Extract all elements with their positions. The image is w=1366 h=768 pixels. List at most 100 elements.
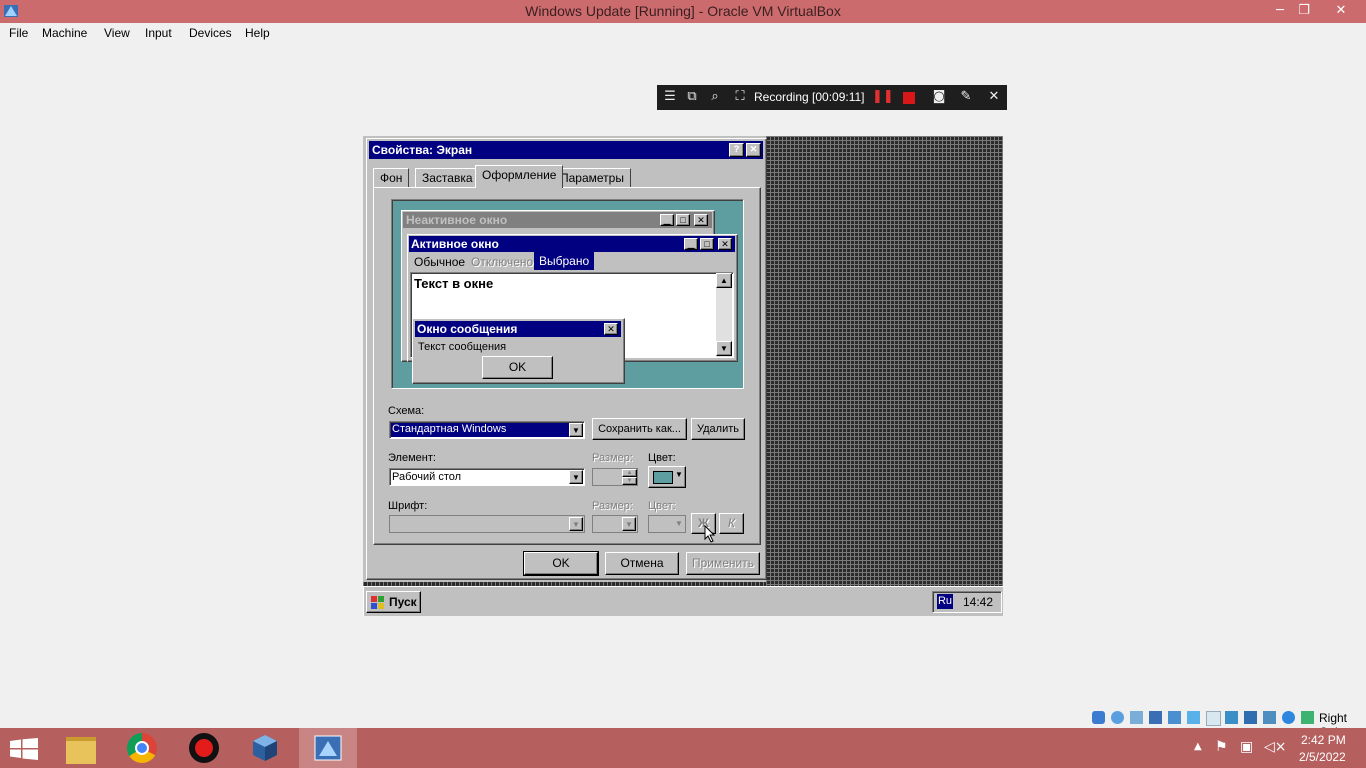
mouse-integration-icon[interactable] <box>1282 711 1295 724</box>
menu-icon[interactable]: ☰ <box>661 88 679 106</box>
inactive-title: Неактивное окно <box>406 213 508 227</box>
action-center-icon[interactable]: ⚑ <box>1215 739 1228 755</box>
network-tray-icon[interactable]: ▣ <box>1240 739 1253 755</box>
menu-devices[interactable]: Devices <box>189 26 232 40</box>
show-hidden-icons-icon[interactable]: ▲ <box>1194 741 1202 752</box>
guest-tray: Ru 14:42 <box>932 591 1002 613</box>
shared-folders-icon[interactable] <box>1187 711 1200 724</box>
host-menubar: File Machine View Input Devices Help <box>0 23 1366 45</box>
volume-muted-icon[interactable]: ◁× <box>1264 739 1287 755</box>
active-titlebar: Активное окно ▁ □ ✕ <box>409 236 735 252</box>
menu-selected-sample: Выбрано <box>534 252 595 270</box>
pen-icon[interactable]: ✎ <box>957 88 975 106</box>
element-select[interactable]: Рабочий стол ▼ <box>389 468 585 486</box>
menu-file[interactable]: File <box>9 26 28 40</box>
start-button[interactable]: Пуск <box>366 591 421 613</box>
element-label: Элемент: <box>388 452 436 464</box>
vm-window-icon <box>314 735 342 761</box>
close-icon: ✕ <box>718 238 732 250</box>
apply-button[interactable]: Применить <box>686 552 760 575</box>
tab-appearance[interactable]: Оформление <box>475 165 564 188</box>
host-clock-time[interactable]: 2:42 PM <box>1301 733 1346 747</box>
help-button[interactable]: ? <box>729 143 744 157</box>
hard-disk-icon[interactable] <box>1092 711 1105 724</box>
delete-scheme-button[interactable]: Удалить <box>691 418 745 440</box>
chevron-down-icon[interactable]: ▼ <box>569 423 583 437</box>
scheme-select[interactable]: Стандартная Windows ▼ <box>389 421 585 439</box>
virtualbox-app[interactable] <box>236 728 294 768</box>
menu-input[interactable]: Input <box>145 26 172 40</box>
cancel-button[interactable]: Отмена <box>605 552 679 575</box>
message-ok-button: OK <box>482 356 553 379</box>
vm-status-bar: Right Ctrl <box>1090 708 1366 739</box>
preview-scrollbar: ▲ ▼ <box>716 273 732 357</box>
tab-background[interactable]: Фон <box>373 168 410 188</box>
minimize-icon: ▁ <box>684 238 698 250</box>
menu-help[interactable]: Help <box>245 26 270 40</box>
menu-normal-sample: Обычное <box>414 255 466 269</box>
font-size-select: ▼ <box>592 515 638 533</box>
host-clock-date[interactable]: 2/5/2022 <box>1299 750 1346 764</box>
windows-start-icon[interactable] <box>10 738 38 760</box>
menu-machine[interactable]: Machine <box>42 26 87 40</box>
chrome-app[interactable] <box>113 728 171 768</box>
menu-disabled-sample: Отключено <box>471 255 534 269</box>
guest-desktop <box>766 136 1003 586</box>
font-size-label: Размер: <box>592 500 633 512</box>
chevron-down-icon: ▼ <box>675 519 683 528</box>
host-titlebar: Windows Update [Running] - Oracle VM Vir… <box>0 0 1366 23</box>
window-mode-icon[interactable]: ⧉ <box>683 88 701 106</box>
chevron-down-icon: ▼ <box>622 517 636 531</box>
font-label: Шрифт: <box>388 500 428 512</box>
virtualbox-cube-icon <box>253 735 277 761</box>
color-picker-button[interactable]: ▼ <box>648 466 686 488</box>
color-label: Цвет: <box>648 452 676 464</box>
save-as-button[interactable]: Сохранить как... <box>592 418 687 440</box>
tab-screensaver[interactable]: Заставка <box>415 168 480 188</box>
network-icon[interactable] <box>1149 711 1162 724</box>
close-icon: ✕ <box>694 214 708 226</box>
optical-drive-icon[interactable] <box>1111 711 1124 724</box>
window-title: Windows Update [Running] - Oracle VM Vir… <box>525 3 841 19</box>
start-label: Пуск <box>389 595 417 609</box>
keyboard-capture-icon[interactable] <box>1301 711 1314 724</box>
camera-icon[interactable]: ◙ <box>930 88 948 106</box>
message-titlebar: Окно сообщения ✕ <box>415 321 621 337</box>
restore-button[interactable]: ❐ <box>1290 0 1318 23</box>
menu-view[interactable]: View <box>104 26 130 40</box>
usb-icon[interactable] <box>1168 711 1181 724</box>
close-icon[interactable]: ✕ <box>985 88 1003 106</box>
recorder-app[interactable] <box>175 728 233 768</box>
video-capture-icon[interactable] <box>1225 711 1238 724</box>
close-button[interactable]: ✕ <box>1327 0 1355 23</box>
italic-button[interactable]: К <box>719 513 744 534</box>
zoom-region-icon[interactable]: ⌕ <box>706 88 724 106</box>
region-select-icon[interactable]: ⛶ <box>731 88 749 106</box>
dialog-close-button[interactable]: ✕ <box>746 143 761 157</box>
dialog-title: Свойства: Экран <box>372 143 473 157</box>
snapshot-icon[interactable] <box>1244 711 1257 724</box>
size-stepper: ▲ ▼ <box>592 468 638 486</box>
language-indicator[interactable]: Ru <box>937 594 953 609</box>
pause-icon[interactable]: ❚❚ <box>872 88 894 106</box>
stepper-up-icon: ▲ <box>622 469 637 477</box>
file-explorer-app[interactable] <box>52 728 110 768</box>
ok-button[interactable]: OK <box>523 551 599 576</box>
element-value: Рабочий стол <box>392 471 462 483</box>
cpu-icon[interactable] <box>1263 711 1276 724</box>
stop-icon[interactable] <box>903 92 915 104</box>
stepper-down-icon: ▼ <box>622 477 637 485</box>
appearance-preview[interactable]: Неактивное окно ▁ □ ✕ Активное окно ▁ □ … <box>391 199 744 389</box>
windows-logo-icon <box>371 596 384 609</box>
minimize-icon: ▁ <box>660 214 674 226</box>
font-select: ▼ <box>389 515 585 533</box>
audio-icon[interactable] <box>1130 711 1143 724</box>
tab-settings[interactable]: Параметры <box>553 168 631 188</box>
guest-screen: Свойства: Экран ? ✕ Фон Заставка Оформле… <box>363 136 1003 616</box>
chevron-down-icon[interactable]: ▼ <box>569 470 583 484</box>
maximize-icon: □ <box>700 238 714 250</box>
vm-window-app[interactable] <box>299 728 357 768</box>
size-label: Размер: <box>592 452 633 464</box>
recording-toolbar: ☰ ⧉ ⌕ ⛶ Recording [00:09:11] ❚❚ ◙ ✎ ✕ <box>657 85 1007 110</box>
display-icon[interactable] <box>1206 711 1221 726</box>
